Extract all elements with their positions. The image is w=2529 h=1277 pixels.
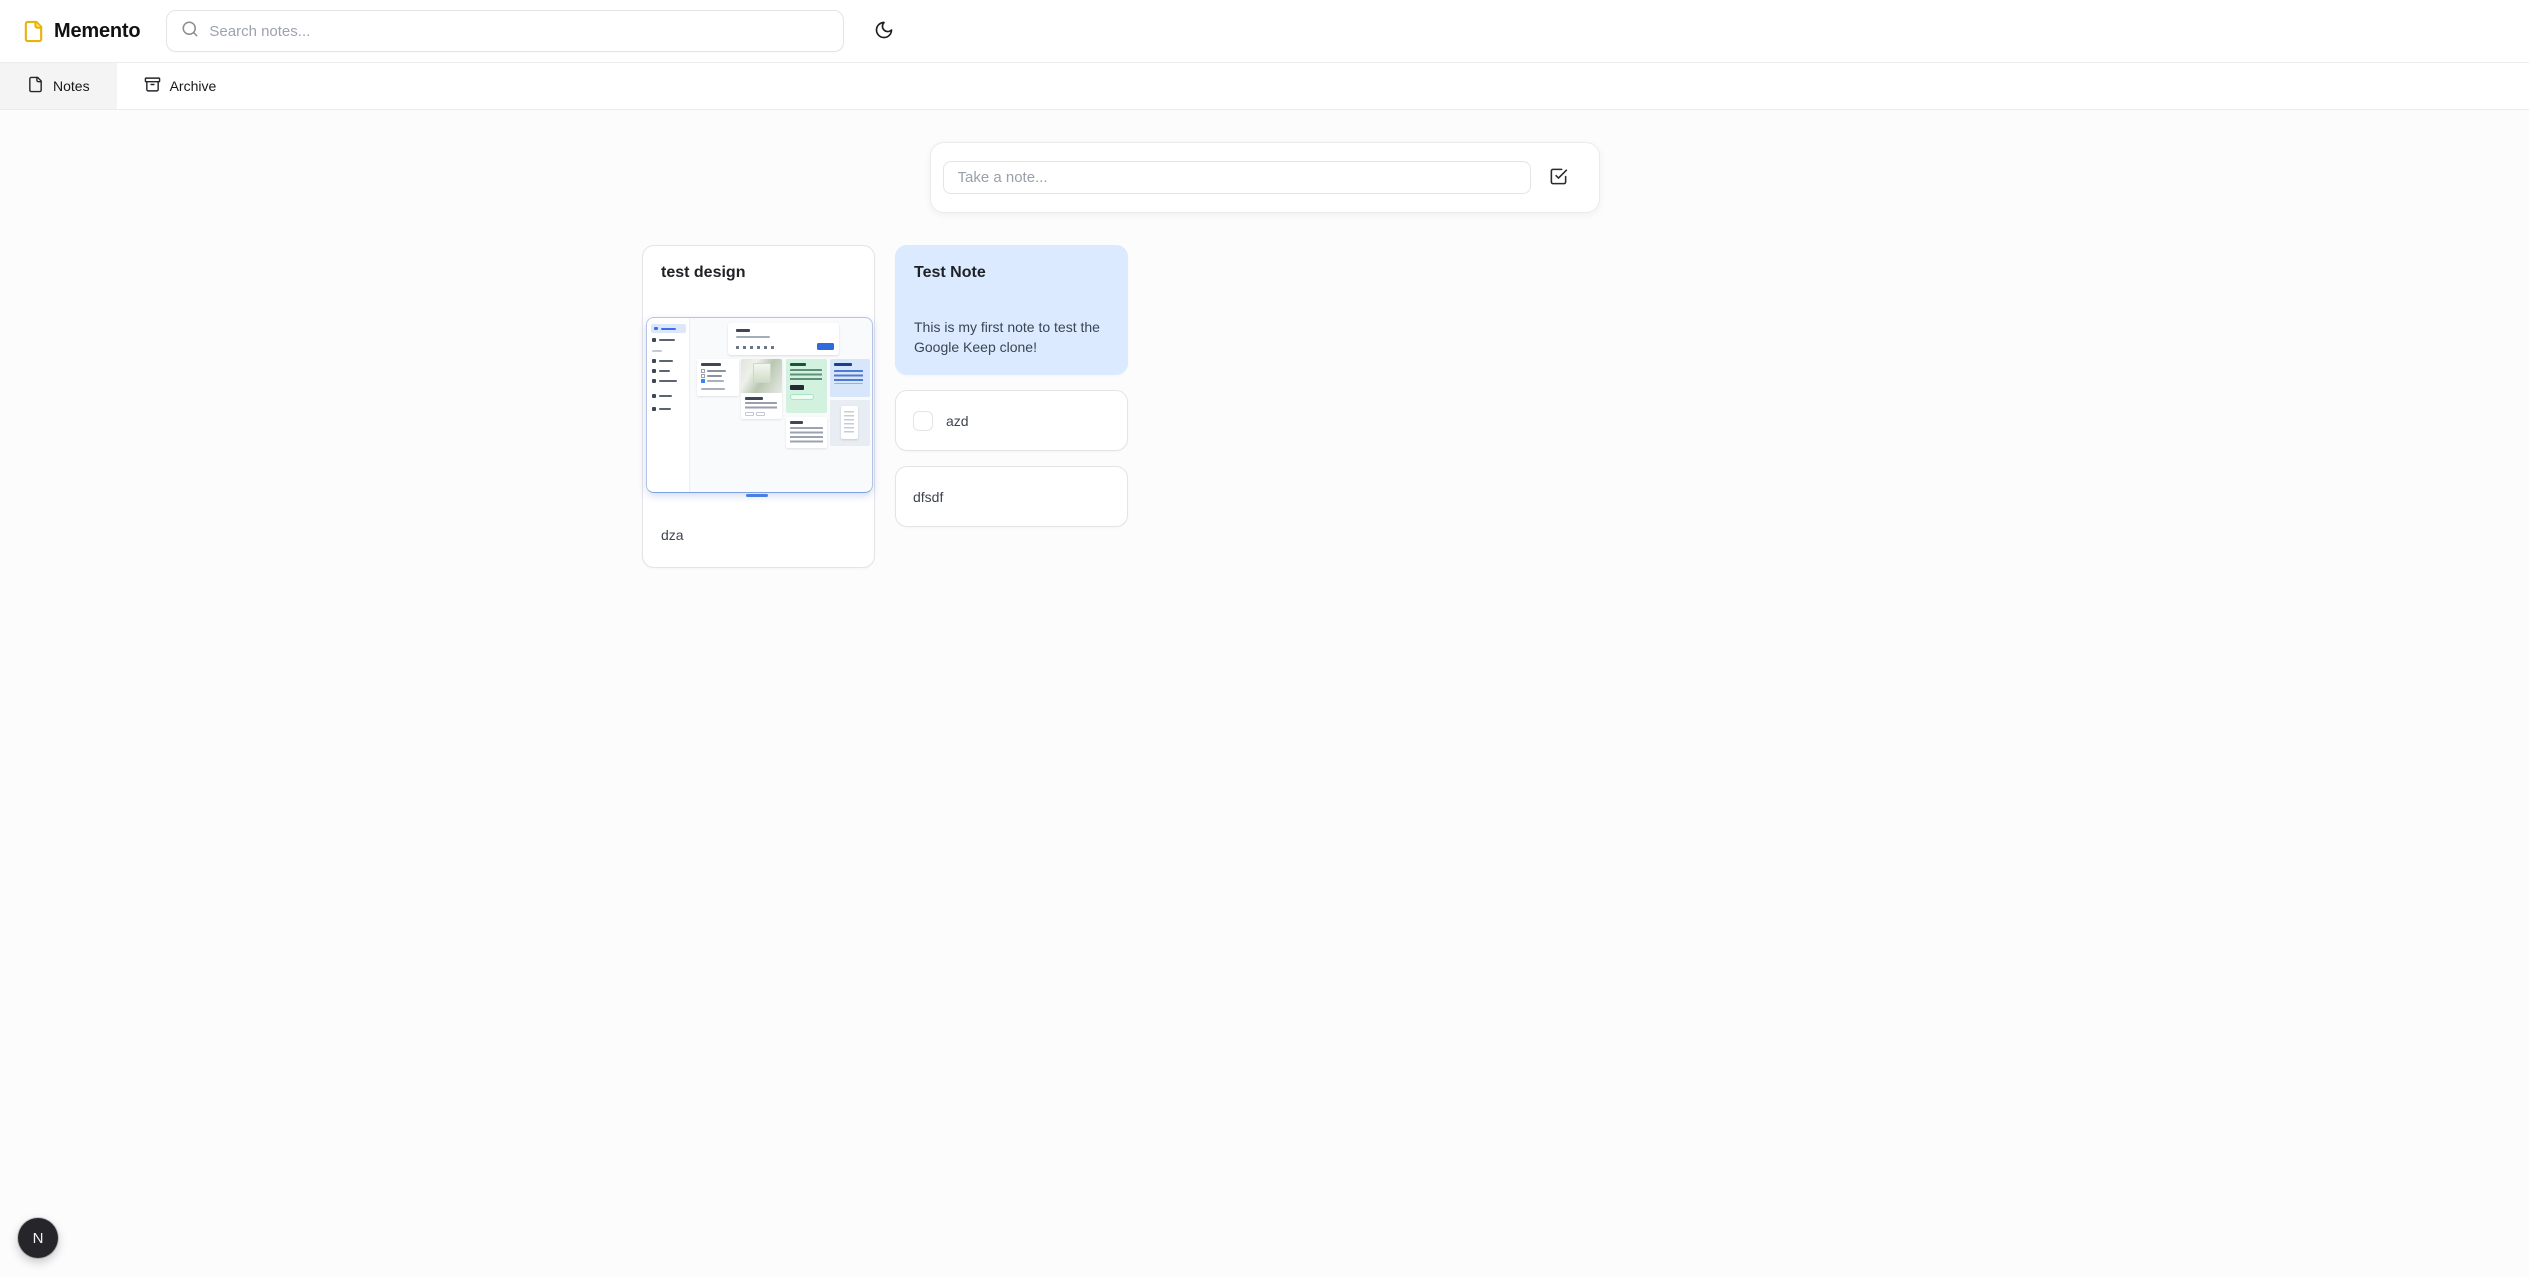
checklist-checkbox[interactable] [913, 411, 933, 431]
notes-grid: test design [642, 245, 1887, 568]
checklist-item: azd [896, 391, 1127, 450]
sticky-note-icon [22, 19, 45, 44]
mini-sidebar-section-label [652, 350, 662, 352]
checklist-item-label: azd [946, 411, 969, 431]
tab-notes[interactable]: Notes [0, 63, 117, 109]
mini-primary-button [817, 343, 834, 350]
mini-sidebar-item [652, 393, 672, 399]
mini-photo-card [741, 359, 782, 419]
mini-sidebar-item [652, 378, 677, 384]
app-logo: Memento [22, 19, 140, 44]
note-card-test-note[interactable]: Test Note This is my first note to test … [895, 245, 1128, 375]
note-card-dfsdf[interactable]: dfsdf [895, 466, 1128, 527]
theme-toggle-button[interactable] [866, 13, 902, 49]
notes-column-2: Test Note This is my first note to test … [895, 245, 1128, 527]
note-content: dza [643, 497, 874, 567]
search-icon [181, 20, 199, 43]
note-title: test design [643, 246, 874, 284]
attachment-screenshot [646, 317, 873, 493]
app-header: Memento [0, 0, 2529, 63]
check-square-icon [1549, 167, 1568, 189]
mini-sidebar-active-item [651, 324, 686, 333]
main-content: test design [0, 142, 2529, 568]
mini-sidebar [647, 318, 690, 492]
new-checklist-button[interactable] [1531, 156, 1587, 200]
view-tabs: Notes Archive [0, 63, 2529, 110]
mini-composer [728, 323, 839, 355]
profile-avatar-button[interactable]: N [18, 1218, 58, 1258]
take-a-note-input[interactable] [943, 161, 1531, 194]
note-card-azd[interactable]: azd [895, 390, 1128, 451]
note-content: This is my first note to test the Google… [896, 317, 1127, 374]
mini-green-card [786, 359, 827, 413]
note-card-test-design[interactable]: test design [642, 245, 875, 568]
mini-phone-card [830, 400, 870, 446]
note-image-attachment [646, 317, 871, 497]
search-bar[interactable] [166, 10, 844, 52]
archive-icon [144, 76, 161, 96]
search-input[interactable] [209, 23, 829, 40]
note-title: Test Note [896, 246, 1127, 284]
note-content: dfsdf [913, 487, 943, 507]
mini-sidebar-item [652, 337, 675, 343]
file-icon [27, 76, 44, 96]
mini-sidebar-item [652, 358, 673, 364]
app-title: Memento [54, 20, 140, 43]
mini-room-photo [741, 359, 782, 393]
tab-archive[interactable]: Archive [117, 63, 244, 109]
avatar-initial: N [33, 1230, 44, 1247]
mini-blue-card [830, 359, 870, 397]
mini-sidebar-item [652, 406, 671, 412]
notes-column-1: test design [642, 245, 875, 568]
note-composer [930, 142, 1600, 213]
mini-text-card [786, 417, 827, 448]
tab-archive-label: Archive [170, 78, 217, 94]
mini-checklist-card [697, 359, 739, 396]
moon-icon [874, 20, 894, 43]
mini-sidebar-item [652, 368, 670, 374]
tab-notes-label: Notes [53, 78, 90, 94]
